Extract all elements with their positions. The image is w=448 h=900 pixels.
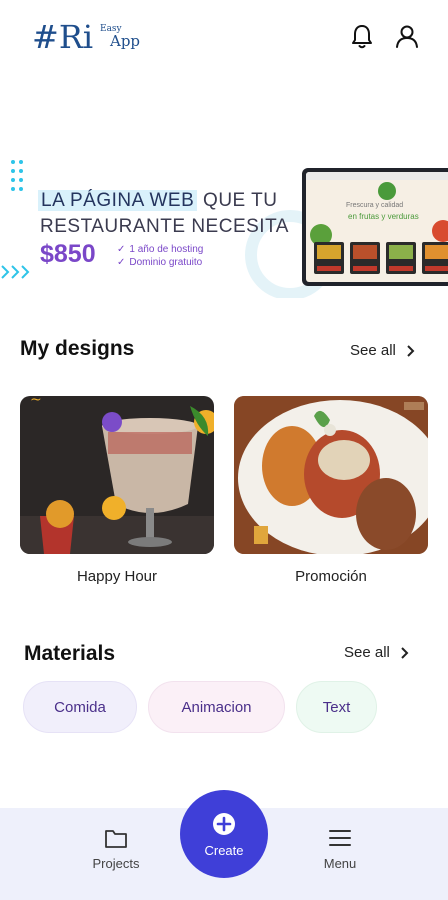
site-logo-icon <box>378 182 396 200</box>
cocktail-image: ~ <box>20 396 214 554</box>
designs-see-all-link[interactable]: See all <box>350 342 416 359</box>
nav-menu-label: Menu <box>323 856 357 871</box>
create-label: Create <box>204 842 244 858</box>
plus-circle-icon <box>213 812 235 835</box>
screen-text: en frutas y verduras <box>348 212 419 221</box>
logo-app-text: App <box>110 32 141 50</box>
materials-title: Materials <box>24 642 116 665</box>
decorative-dots <box>11 160 27 200</box>
material-chip-text[interactable]: Text <box>296 681 377 733</box>
my-designs-title: My designs <box>20 337 135 360</box>
banner-headline-1: LA PÁGINA WEB QUE TU <box>38 190 278 212</box>
app-header: #Ri Easy App <box>0 0 448 80</box>
logo-mark: #Ri <box>32 18 94 56</box>
check-icon: ✓ <box>117 257 126 268</box>
chip-label: Comida <box>54 698 106 716</box>
material-chip-comida[interactable]: Comida <box>23 681 137 733</box>
notification-bell-icon[interactable] <box>348 22 376 50</box>
chip-label: Animacion <box>181 698 252 716</box>
chevron-right-icon <box>401 646 409 659</box>
food-plate-image <box>234 396 428 554</box>
materials-see-all-link[interactable]: See all <box>344 644 410 661</box>
design-card-promocion[interactable] <box>234 396 428 554</box>
nav-projects[interactable]: Projects <box>76 826 156 871</box>
chevron-right-icon <box>407 344 415 357</box>
promo-banner[interactable]: LA PÁGINA WEB QUE TU RESTAURANTE NECESIT… <box>0 150 448 298</box>
create-button[interactable]: Create <box>180 790 268 878</box>
chip-label: Text <box>322 698 351 716</box>
laptop-screen: Frescura y calidad en frutas y verduras <box>306 172 448 282</box>
design-card-happy-hour[interactable]: ~ <box>20 396 214 554</box>
banner-feature: ✓ 1 año de hosting <box>117 244 204 255</box>
app-logo[interactable]: #Ri Easy App <box>32 18 140 58</box>
design-card-label: Promoción <box>295 568 367 585</box>
hamburger-menu-icon <box>329 830 351 846</box>
design-card-label: Happy Hour <box>76 568 158 585</box>
banner-headline-2: RESTAURANTE NECESITA <box>40 216 289 237</box>
see-all-label: See all <box>344 644 390 661</box>
screen-text: Frescura y calidad <box>346 202 404 209</box>
banner-feature: ✓ Dominio gratuito <box>117 257 203 268</box>
profile-user-icon[interactable] <box>393 22 421 50</box>
banner-price: $850 <box>40 240 96 268</box>
folder-icon <box>105 830 127 848</box>
svg-text:~: ~ <box>30 396 42 408</box>
laptop-mockup: Frescura y calidad en frutas y verduras <box>302 168 448 286</box>
nav-menu[interactable]: Menu <box>300 826 380 871</box>
material-chip-animacion[interactable]: Animacion <box>148 681 285 733</box>
banner-headline-1-rest: QUE TU <box>197 190 278 211</box>
banner-highlight: LA PÁGINA WEB <box>38 190 198 211</box>
check-icon: ✓ <box>117 244 126 255</box>
see-all-label: See all <box>350 342 396 359</box>
nav-projects-label: Projects <box>92 856 140 871</box>
decorative-chevrons-icon <box>1 265 30 279</box>
